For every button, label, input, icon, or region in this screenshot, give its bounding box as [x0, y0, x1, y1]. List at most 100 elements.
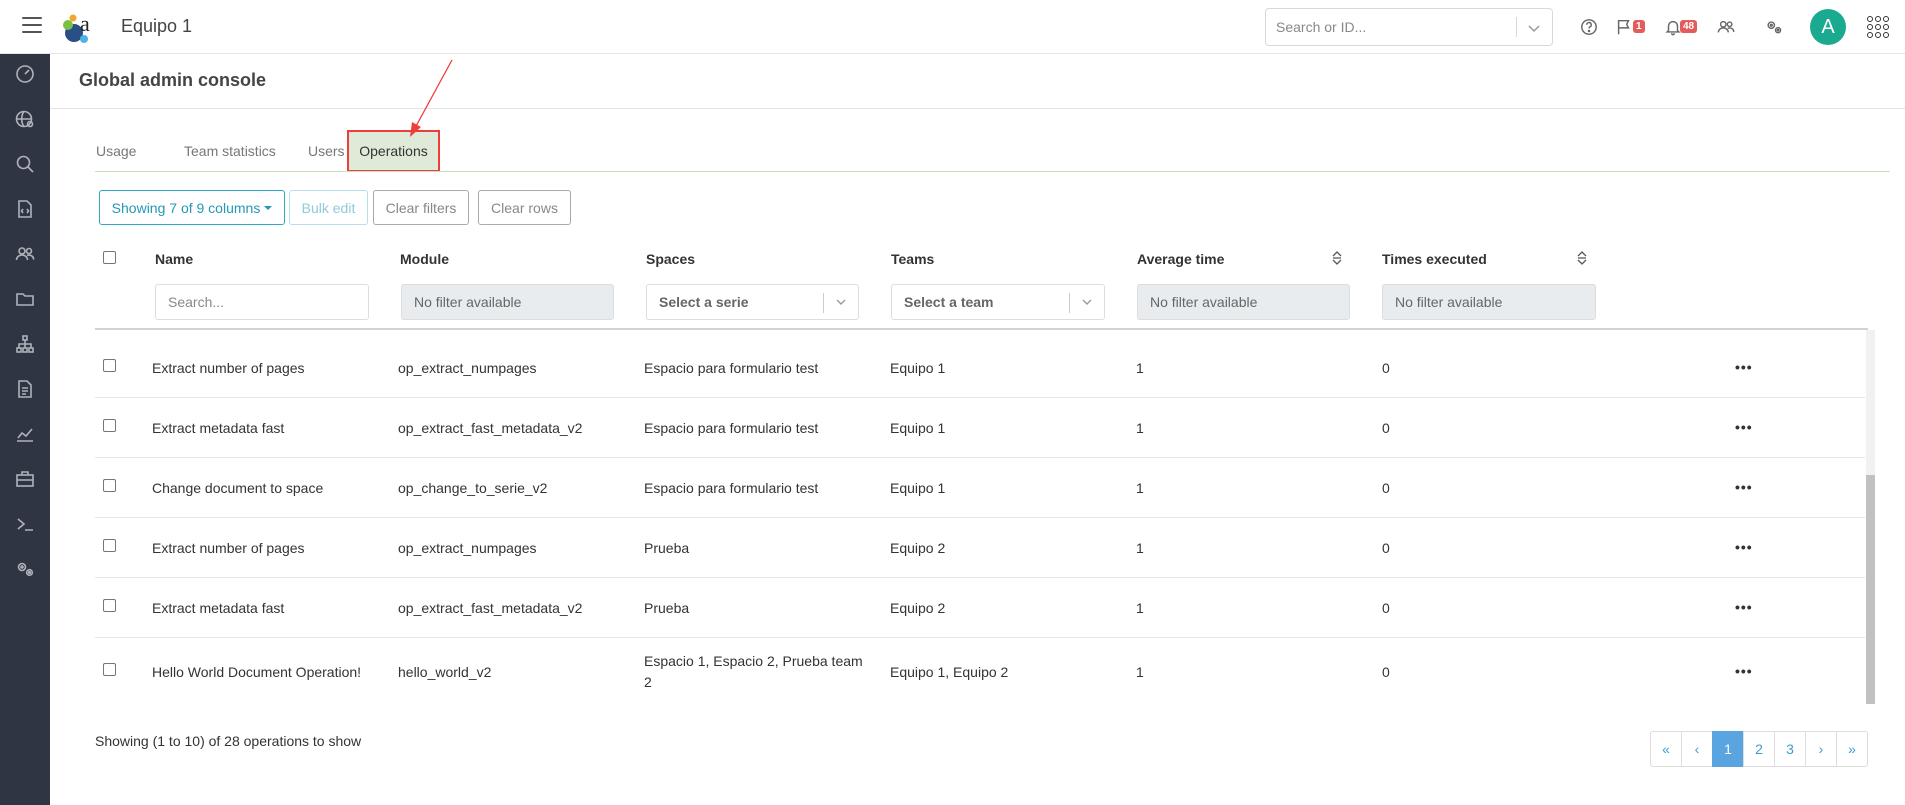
table-header-divider	[95, 328, 1868, 330]
row-checkbox[interactable]	[103, 663, 116, 676]
column-header-average-time[interactable]: Average time	[1137, 251, 1224, 267]
global-search[interactable]	[1265, 8, 1553, 46]
row-times-executed: 0	[1382, 360, 1390, 376]
tab-usage[interactable]: Usage	[80, 130, 152, 172]
table-row[interactable]: Extract metadata fast op_extract_fast_me…	[95, 398, 1865, 458]
table-row[interactable]: Extract number of pages op_extract_numpa…	[95, 338, 1865, 398]
row-times-executed: 0	[1382, 600, 1390, 616]
column-header-teams[interactable]: Teams	[891, 251, 934, 267]
row-name: Extract number of pages	[152, 540, 305, 556]
users-icon[interactable]	[13, 242, 37, 266]
spaces-filter-label: Select a serie	[659, 294, 749, 310]
name-search-input[interactable]	[155, 284, 369, 320]
row-checkbox[interactable]	[103, 479, 116, 492]
hierarchy-icon[interactable]	[13, 332, 37, 356]
sort-icon[interactable]	[1576, 250, 1588, 266]
tab-operations[interactable]: Operations	[347, 130, 440, 172]
chevron-down-icon	[1082, 299, 1092, 305]
select-all-checkbox[interactable]	[103, 251, 116, 264]
page-1-button[interactable]: 1	[1712, 731, 1744, 767]
spaces-filter-select[interactable]: Select a serie	[646, 284, 859, 320]
row-teams: Equipo 1	[890, 480, 946, 496]
module-filter: No filter available	[401, 284, 614, 320]
users-icon[interactable]	[1714, 15, 1738, 39]
row-average-time: 1	[1136, 420, 1144, 436]
notification-count-badge: 48	[1680, 20, 1698, 33]
clear-filters-button[interactable]: Clear filters	[373, 190, 469, 225]
code-file-icon[interactable]	[13, 197, 37, 221]
row-actions-icon[interactable]: •••	[1735, 599, 1753, 615]
row-times-executed: 0	[1382, 480, 1390, 496]
document-icon[interactable]	[13, 377, 37, 401]
row-checkbox[interactable]	[103, 359, 116, 372]
search-input[interactable]	[1276, 19, 1506, 35]
help-icon[interactable]	[1577, 15, 1601, 39]
chevron-down-icon	[836, 299, 846, 305]
table-row[interactable]: Extract metadata fast op_extract_fast_me…	[95, 578, 1865, 638]
first-page-button[interactable]: «	[1650, 731, 1682, 767]
table-row[interactable]: Change document to space op_change_to_se…	[95, 458, 1865, 518]
sidebar	[0, 54, 50, 805]
row-average-time: 1	[1136, 360, 1144, 376]
clear-rows-button[interactable]: Clear rows	[478, 190, 571, 225]
page-3-button[interactable]: 3	[1774, 731, 1806, 767]
tab-team-statistics[interactable]: Team statistics	[168, 130, 292, 172]
chart-icon[interactable]	[13, 422, 37, 446]
teams-filter-select[interactable]: Select a team	[891, 284, 1105, 320]
chevron-down-icon[interactable]	[1524, 18, 1544, 38]
row-actions-icon[interactable]: •••	[1735, 419, 1753, 435]
sort-icon[interactable]	[1331, 250, 1343, 266]
row-module: op_change_to_serie_v2	[398, 480, 548, 496]
table-row[interactable]: Hello World Document Operation! hello_wo…	[95, 638, 1865, 704]
search-icon[interactable]	[13, 152, 37, 176]
menu-icon[interactable]	[22, 17, 42, 35]
row-teams: Equipo 1	[890, 360, 946, 376]
dashboard-icon[interactable]	[13, 62, 37, 86]
row-average-time: 1	[1136, 480, 1144, 496]
column-header-spaces[interactable]: Spaces	[646, 251, 695, 267]
pagination: « ‹ 1 2 3 › »	[1650, 731, 1868, 767]
settings-icon[interactable]	[1762, 15, 1786, 39]
apps-grid-icon[interactable]	[1867, 16, 1889, 38]
settings-icon[interactable]	[13, 557, 37, 581]
row-actions-icon[interactable]: •••	[1735, 479, 1753, 495]
folder-icon[interactable]	[13, 287, 37, 311]
row-module: op_extract_fast_metadata_v2	[398, 600, 583, 616]
pagination-summary: Showing (1 to 10) of 28 operations to sh…	[95, 733, 362, 749]
row-times-executed: 0	[1382, 540, 1390, 556]
row-teams: Equipo 2	[890, 540, 946, 556]
teams-filter-label: Select a team	[904, 294, 994, 310]
table-scrollbar-thumb[interactable]	[1866, 475, 1875, 704]
row-spaces: Prueba	[644, 600, 690, 616]
last-page-button[interactable]: »	[1836, 731, 1868, 767]
globe-settings-icon[interactable]	[13, 107, 37, 131]
row-average-time: 1	[1136, 540, 1144, 556]
row-teams: Equipo 2	[890, 600, 946, 616]
select-separator	[1069, 293, 1070, 313]
page-2-button[interactable]: 2	[1743, 731, 1775, 767]
column-header-module[interactable]: Module	[400, 251, 449, 267]
app-logo[interactable]: a	[60, 9, 98, 45]
row-checkbox[interactable]	[103, 599, 116, 612]
table-row[interactable]: Extract number of pages op_extract_numpa…	[95, 518, 1865, 578]
row-module: op_extract_numpages	[398, 540, 537, 556]
row-actions-icon[interactable]: •••	[1735, 359, 1753, 375]
next-page-button[interactable]: ›	[1805, 731, 1837, 767]
terminal-icon[interactable]	[13, 512, 37, 536]
search-separator	[1516, 17, 1517, 37]
caret-down-icon	[264, 205, 273, 210]
previous-page-button[interactable]: ‹	[1681, 731, 1713, 767]
column-header-name[interactable]: Name	[155, 251, 193, 267]
row-checkbox[interactable]	[103, 539, 116, 552]
row-actions-icon[interactable]: •••	[1735, 663, 1753, 679]
row-spaces: Prueba	[644, 540, 690, 556]
page-title: Global admin console	[79, 70, 267, 90]
row-checkbox[interactable]	[103, 419, 116, 432]
toolbox-icon[interactable]	[13, 467, 37, 491]
row-actions-icon[interactable]: •••	[1735, 539, 1753, 555]
bulk-edit-button[interactable]: Bulk edit	[289, 190, 368, 225]
columns-dropdown-button[interactable]: Showing 7 of 9 columns	[99, 190, 285, 225]
row-average-time: 1	[1136, 600, 1144, 616]
avatar[interactable]: A	[1810, 9, 1846, 45]
column-header-times-executed[interactable]: Times executed	[1382, 251, 1487, 267]
